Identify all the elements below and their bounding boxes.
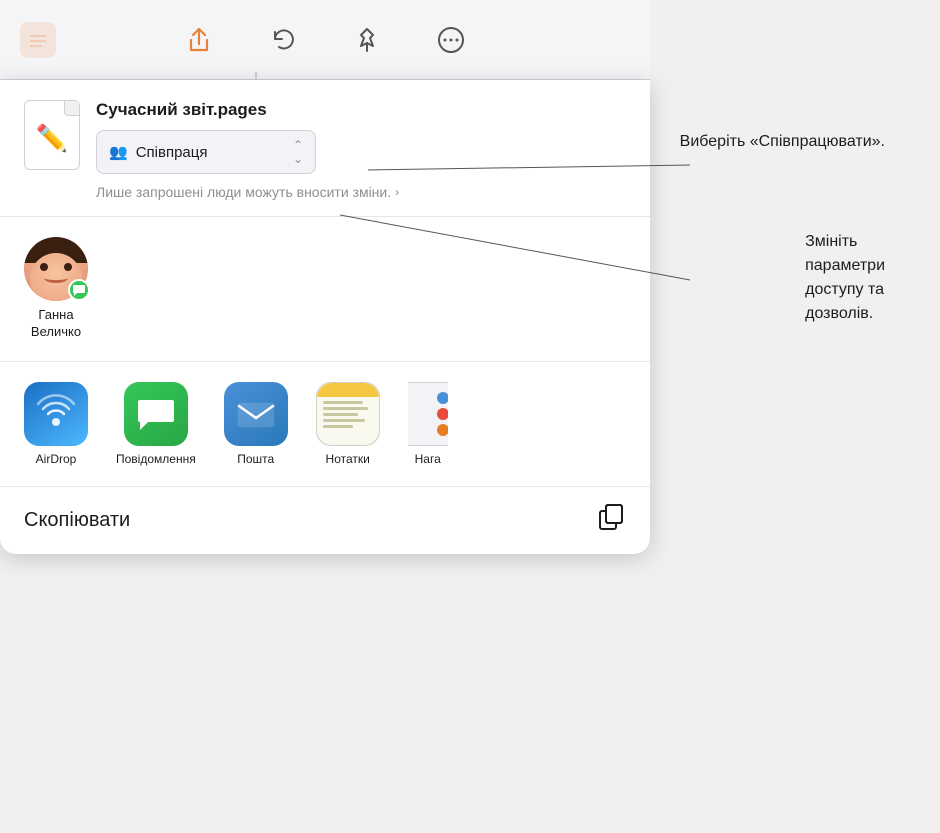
airdrop-icon (24, 382, 88, 446)
file-name: Сучасний звіт.pages (96, 100, 626, 120)
share-button[interactable] (181, 22, 217, 58)
apps-section: AirDrop Повідомлення Пошта (0, 362, 650, 487)
mail-icon (224, 382, 288, 446)
app-item-messages[interactable]: Повідомлення (116, 382, 196, 466)
more-button[interactable] (433, 22, 469, 58)
pages-app-icon (20, 22, 56, 58)
collaborate-label: 👥 Співпраця (109, 143, 207, 161)
copy-label: Скопіювати (24, 509, 130, 532)
people-icon: 👥 (109, 143, 128, 161)
callout-1: Виберіть «Співпрацювати». (680, 130, 885, 154)
contacts-section: ГаннаВеличко (0, 217, 650, 362)
collaborate-text: Співпраця (136, 144, 208, 161)
right-eye (64, 263, 72, 271)
access-text-label: Лише запрошені люди можуть вносити зміни… (96, 184, 391, 200)
chevron-updown-icon: ⌃⌄ (293, 138, 303, 166)
mail-label: Пошта (237, 452, 274, 466)
file-details: Сучасний звіт.pages 👥 Співпраця ⌃⌄ Лише … (96, 100, 626, 200)
share-sheet: ✏️ Сучасний звіт.pages 👥 Співпраця ⌃⌄ Ли… (0, 80, 650, 554)
app-item-notes[interactable]: Нотатки (316, 382, 380, 466)
messages-badge (68, 279, 90, 301)
messages-icon (124, 382, 188, 446)
callout-2: Змінітьпараметридоступу тадозволів. (805, 230, 885, 326)
reminders-label: Нага (415, 452, 441, 466)
notes-icon (316, 382, 380, 446)
app-item-reminders[interactable]: Нага (408, 382, 448, 466)
pin-button[interactable] (349, 22, 385, 58)
file-icon: ✏️ (24, 100, 80, 170)
notes-label: Нотатки (326, 452, 370, 466)
copy-icon (598, 503, 626, 538)
smile (44, 273, 68, 283)
access-chevron-icon: › (395, 185, 399, 199)
contact-name: ГаннаВеличко (31, 307, 81, 341)
app-item-mail[interactable]: Пошта (224, 382, 288, 466)
airdrop-label: AirDrop (36, 452, 77, 466)
messages-label: Повідомлення (116, 452, 196, 466)
app-item-airdrop[interactable]: AirDrop (24, 382, 88, 466)
undo-button[interactable] (265, 22, 301, 58)
copy-action[interactable]: Скопіювати (0, 487, 650, 554)
reminders-icon (408, 382, 448, 446)
file-section: ✏️ Сучасний звіт.pages 👥 Співпраця ⌃⌄ Ли… (0, 80, 650, 217)
avatar-container (24, 237, 88, 301)
reminder-dot-blue (437, 392, 448, 404)
reminder-dot-orange (437, 424, 448, 436)
contact-item[interactable]: ГаннаВеличко (24, 237, 88, 341)
file-pen-icon: ✏️ (36, 123, 68, 154)
collaborate-dropdown[interactable]: 👥 Співпраця ⌃⌄ (96, 130, 316, 174)
access-settings[interactable]: Лише запрошені люди можуть вносити зміни… (96, 184, 626, 200)
toolbar (0, 0, 650, 80)
reminder-dot-red (437, 408, 448, 420)
left-eye (40, 263, 48, 271)
